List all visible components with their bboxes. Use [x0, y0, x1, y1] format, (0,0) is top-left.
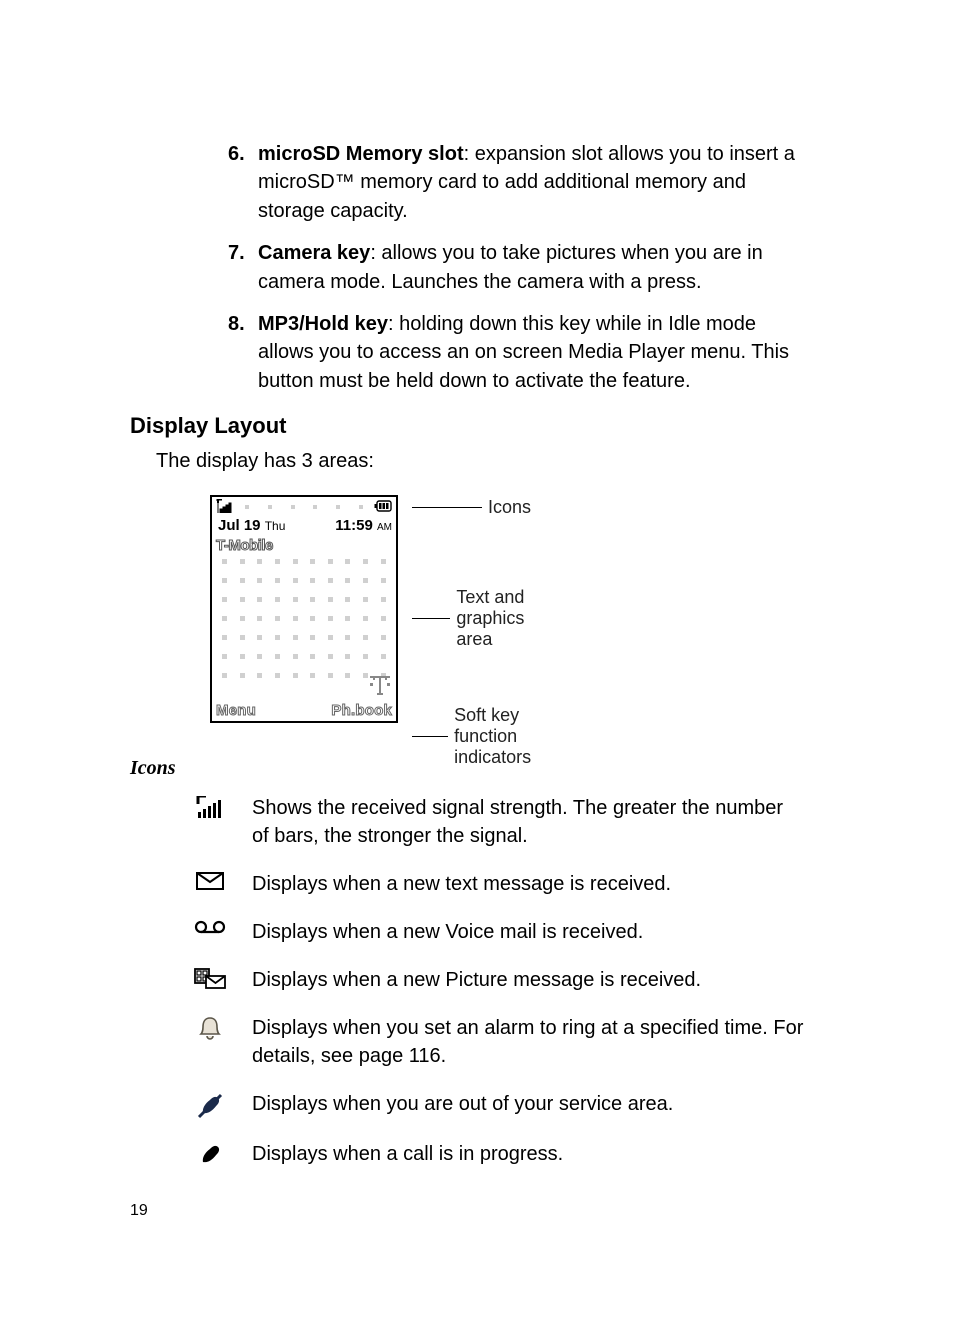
decorative-dot-grid: [216, 559, 392, 678]
icon-row-in-call: Displays when a call is in progress.: [190, 1140, 804, 1168]
voicemail-icon: [190, 918, 230, 934]
list-body: MP3/Hold key: holding down this key whil…: [258, 310, 804, 395]
icon-desc: Shows the received signal strength. The …: [252, 794, 804, 850]
battery-icon: [374, 500, 392, 515]
list-body: Camera key: allows you to take pictures …: [258, 239, 804, 296]
icon-desc: Displays when you are out of your servic…: [252, 1090, 804, 1118]
list-item: 7. Camera key: allows you to take pictur…: [228, 239, 804, 296]
signal-icon: [216, 499, 234, 516]
signal-strength-icon: [190, 794, 230, 818]
callout-icons: Icons: [412, 497, 531, 518]
callout-softkeys: Soft key function indicators: [412, 705, 565, 768]
callout-text-area: Text and graphics area: [412, 587, 556, 650]
picture-message-icon: [190, 966, 230, 990]
t-logo-icon: [370, 675, 390, 695]
icon-row-picture-message: Displays when a new Picture message is r…: [190, 966, 804, 994]
icon-desc: Displays when a new text message is rece…: [252, 870, 804, 898]
list-number: 7.: [228, 239, 258, 296]
list-item: 6. microSD Memory slot: expansion slot a…: [228, 140, 804, 225]
icon-row-voicemail: Displays when a new Voice mail is receiv…: [190, 918, 804, 946]
list-lead: microSD Memory slot: [258, 143, 464, 165]
icon-row-no-service: Displays when you are out of your servic…: [190, 1090, 804, 1120]
list-body: microSD Memory slot: expansion slot allo…: [258, 140, 804, 225]
page-number: 19: [130, 1202, 844, 1220]
list-lead: MP3/Hold key: [258, 313, 388, 335]
list-lead: Camera key: [258, 242, 370, 264]
icon-desc: Displays when a new Voice mail is receiv…: [252, 918, 804, 946]
envelope-icon: [190, 870, 230, 890]
no-service-icon: [190, 1090, 230, 1120]
phone-handset-icon: [190, 1140, 230, 1168]
phone-screen-mock: Jul 19 Thu 11:59 AM T-Mobile Menu Ph.boo…: [210, 495, 398, 723]
icon-desc: Displays when you set an alarm to ring a…: [252, 1014, 804, 1070]
date-time-line: Jul 19 Thu 11:59 AM: [212, 517, 396, 537]
bell-icon: [190, 1014, 230, 1042]
time: 11:59 AM: [335, 517, 392, 534]
list-number: 6.: [228, 140, 258, 225]
status-bar: [212, 497, 396, 517]
list-number: 8.: [228, 310, 258, 395]
numbered-list: 6. microSD Memory slot: expansion slot a…: [228, 140, 804, 395]
section-heading-display-layout: Display Layout: [130, 413, 844, 439]
carrier-label: T-Mobile: [212, 537, 396, 555]
date: Jul 19 Thu: [218, 517, 285, 534]
decorative-dots: [236, 497, 372, 517]
intro-text: The display has 3 areas:: [156, 447, 844, 475]
softkey-right: Ph.book: [331, 702, 392, 719]
icon-desc: Displays when a call is in progress.: [252, 1140, 804, 1168]
softkey-bar: Menu Ph.book: [216, 702, 392, 719]
icon-row-text-message: Displays when a new text message is rece…: [190, 870, 804, 898]
phone-display-figure: Jul 19 Thu 11:59 AM T-Mobile Menu Ph.boo…: [210, 495, 844, 723]
icon-description-table: Shows the received signal strength. The …: [190, 794, 804, 1168]
icon-row-alarm: Displays when you set an alarm to ring a…: [190, 1014, 804, 1070]
manual-page: 6. microSD Memory slot: expansion slot a…: [0, 0, 954, 1280]
icon-desc: Displays when a new Picture message is r…: [252, 966, 804, 994]
softkey-left: Menu: [216, 702, 256, 719]
list-item: 8. MP3/Hold key: holding down this key w…: [228, 310, 804, 395]
icon-row-signal: Shows the received signal strength. The …: [190, 794, 804, 850]
